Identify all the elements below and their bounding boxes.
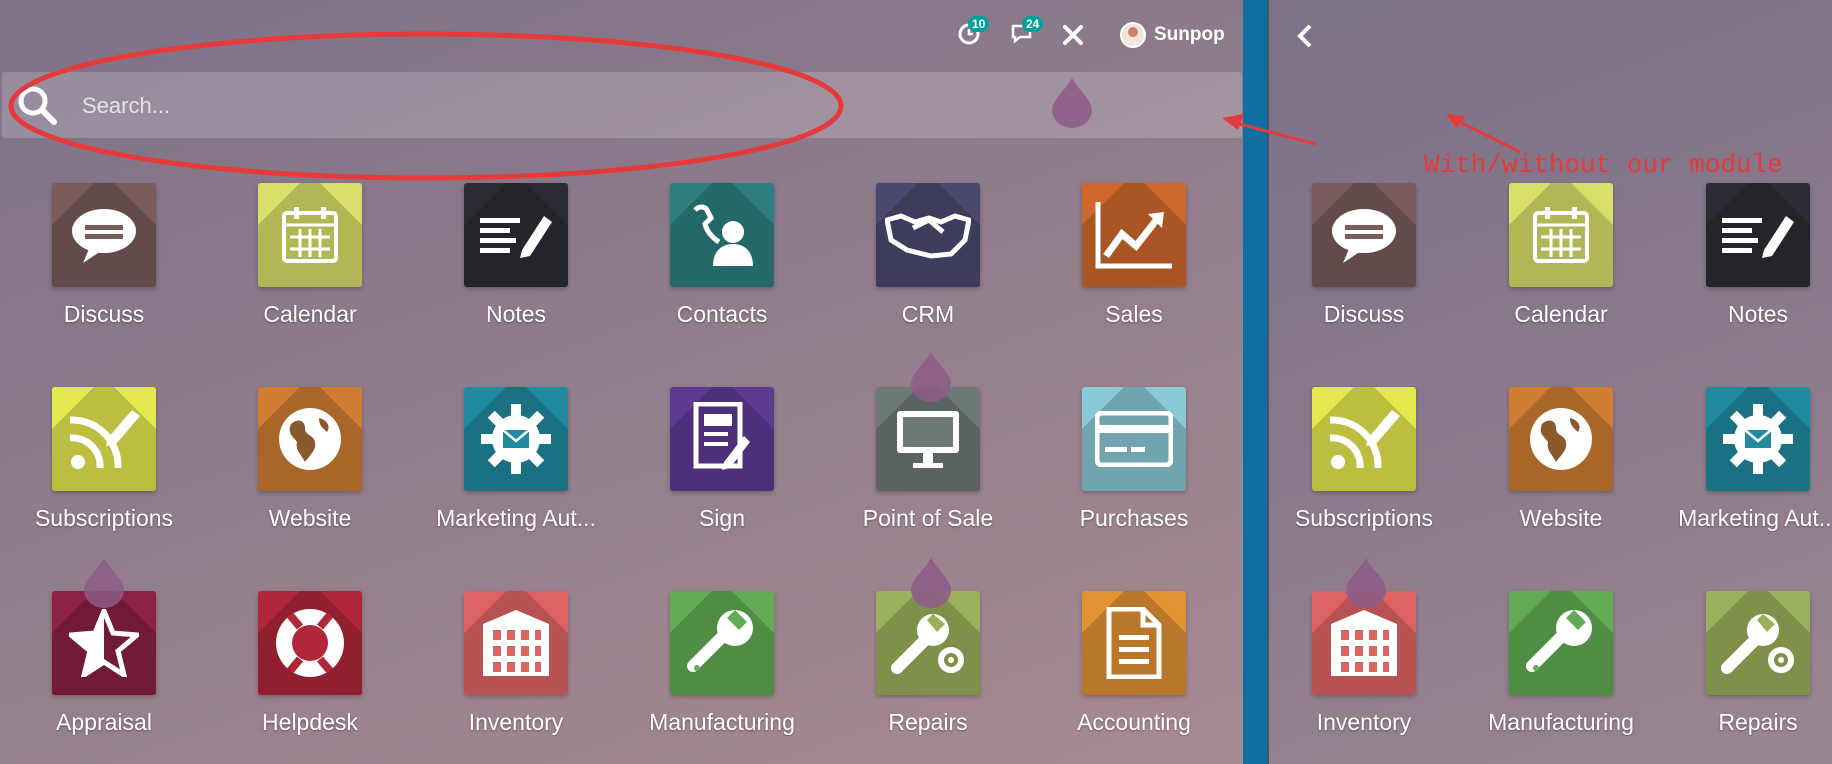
- app-label: Discuss: [1323, 301, 1405, 327]
- app-tile-helpdesk[interactable]: Helpdesk: [215, 591, 405, 736]
- app-tile-subscriptions[interactable]: Subscriptions: [9, 387, 199, 532]
- app-label: Website: [268, 505, 352, 531]
- user-menu[interactable]: Sunpop: [1120, 22, 1225, 48]
- app-icon-tile: [52, 183, 156, 287]
- drop-decoration: [911, 558, 951, 608]
- app-label: Purchases: [1079, 505, 1189, 531]
- app-tile-crm[interactable]: CRM: [833, 183, 1023, 328]
- app-icon-tile: [1706, 387, 1810, 491]
- app-tile-website[interactable]: Website: [1466, 387, 1656, 532]
- search-input[interactable]: [80, 72, 1084, 140]
- app-label: Sales: [1105, 301, 1163, 327]
- app-icon-tile: [1509, 183, 1613, 287]
- app-icon-tile: [52, 387, 156, 491]
- app-tile-discuss[interactable]: Discuss: [9, 183, 199, 328]
- app-tile-repairs[interactable]: Repairs: [833, 591, 1023, 736]
- avatar: [1120, 22, 1146, 48]
- app-tile-marketing-aut[interactable]: Marketing Aut...: [421, 387, 611, 532]
- app-tile-calendar[interactable]: Calendar: [215, 183, 405, 328]
- app-icon-tile: [1706, 183, 1810, 287]
- app-label: Subscriptions: [34, 505, 174, 531]
- app-tile-repairs[interactable]: Repairs: [1663, 591, 1832, 736]
- app-label: Point of Sale: [862, 505, 994, 531]
- app-menu-without-module: Discuss Calendar Notes Subscriptions Website…: [1269, 0, 1832, 764]
- messages-count-badge: 24: [1022, 16, 1044, 32]
- app-icon-tile: [1082, 387, 1186, 491]
- app-icon-tile: [464, 183, 568, 287]
- annotation-text: With/without our module: [1424, 150, 1783, 180]
- app-tile-calendar[interactable]: Calendar: [1466, 183, 1656, 328]
- app-icon-tile: [1706, 591, 1810, 695]
- app-label: Accounting: [1077, 709, 1191, 735]
- panel-divider: [1243, 0, 1267, 764]
- app-label: Sign: [698, 505, 746, 531]
- app-label: Calendar: [263, 301, 357, 327]
- back-button[interactable]: [1295, 22, 1315, 55]
- app-label: Notes: [485, 301, 547, 327]
- app-tile-marketing-aut[interactable]: Marketing Aut...: [1663, 387, 1832, 532]
- app-tile-manufacturing[interactable]: Manufacturing: [627, 591, 817, 736]
- app-label: Notes: [1727, 301, 1789, 327]
- app-tile-subscriptions[interactable]: Subscriptions: [1269, 387, 1459, 532]
- app-icon-tile: [258, 591, 362, 695]
- app-label: Marketing Aut...: [1678, 505, 1832, 531]
- app-label: Contacts: [676, 301, 768, 327]
- app-icon-tile: [670, 387, 774, 491]
- app-label: Discuss: [63, 301, 145, 327]
- app-tile-discuss[interactable]: Discuss: [1269, 183, 1459, 328]
- drop-decoration: [1052, 78, 1092, 128]
- app-icon-tile: [1082, 183, 1186, 287]
- app-icon-tile: [670, 591, 774, 695]
- app-icon-tile: [876, 183, 980, 287]
- debug-tools-button[interactable]: [1062, 24, 1084, 46]
- app-icon-tile: [1082, 591, 1186, 695]
- app-label: Website: [1519, 505, 1603, 531]
- chevron-left-icon: [1297, 24, 1312, 48]
- app-tile-sign[interactable]: Sign: [627, 387, 817, 532]
- app-tile-inventory[interactable]: Inventory: [421, 591, 611, 736]
- app-tile-purchases[interactable]: Purchases: [1039, 387, 1229, 532]
- app-label: Manufacturing: [1488, 709, 1634, 735]
- app-icon-tile: [1312, 183, 1416, 287]
- app-icon-tile: [464, 591, 568, 695]
- messages-button[interactable]: 24: [1010, 16, 1044, 46]
- app-label: CRM: [901, 301, 955, 327]
- app-label: Subscriptions: [1294, 505, 1434, 531]
- app-icon-tile: [876, 387, 980, 491]
- app-label: Manufacturing: [649, 709, 795, 735]
- app-label: Inventory: [468, 709, 564, 735]
- app-label: Inventory: [1316, 709, 1412, 735]
- app-icon-tile: [258, 387, 362, 491]
- app-icon-tile: [1509, 591, 1613, 695]
- app-tile-point-of-sale[interactable]: Point of Sale: [833, 387, 1023, 532]
- search-icon: [18, 86, 57, 125]
- app-tile-appraisal[interactable]: Appraisal: [9, 591, 199, 736]
- app-label: Marketing Aut...: [436, 505, 596, 531]
- app-tile-accounting[interactable]: Accounting: [1039, 591, 1229, 736]
- app-tile-contacts[interactable]: Contacts: [627, 183, 817, 328]
- app-label: Repairs: [1718, 709, 1798, 735]
- app-icon-tile: [1312, 387, 1416, 491]
- app-label: Calendar: [1514, 301, 1608, 327]
- drop-decoration: [1346, 558, 1386, 608]
- app-tile-notes[interactable]: Notes: [421, 183, 611, 328]
- app-icon-tile: [670, 183, 774, 287]
- app-label: Repairs: [888, 709, 968, 735]
- drop-decoration: [84, 558, 124, 608]
- app-icon-tile: [1509, 387, 1613, 491]
- app-tile-manufacturing[interactable]: Manufacturing: [1466, 591, 1656, 736]
- app-tile-sales[interactable]: Sales: [1039, 183, 1229, 328]
- activity-button[interactable]: 10: [956, 16, 990, 46]
- user-name: Sunpop: [1154, 24, 1225, 45]
- app-tile-website[interactable]: Website: [215, 387, 405, 532]
- app-tile-inventory[interactable]: Inventory: [1269, 591, 1459, 736]
- app-label: Appraisal: [56, 709, 152, 735]
- app-icon-tile: [464, 387, 568, 491]
- app-icon-tile: [258, 183, 362, 287]
- tools-cross-icon: [1063, 25, 1083, 45]
- drop-decoration: [911, 352, 951, 402]
- activity-count-badge: 10: [968, 16, 990, 32]
- app-label: Helpdesk: [262, 709, 358, 735]
- app-tile-notes[interactable]: Notes: [1663, 183, 1832, 328]
